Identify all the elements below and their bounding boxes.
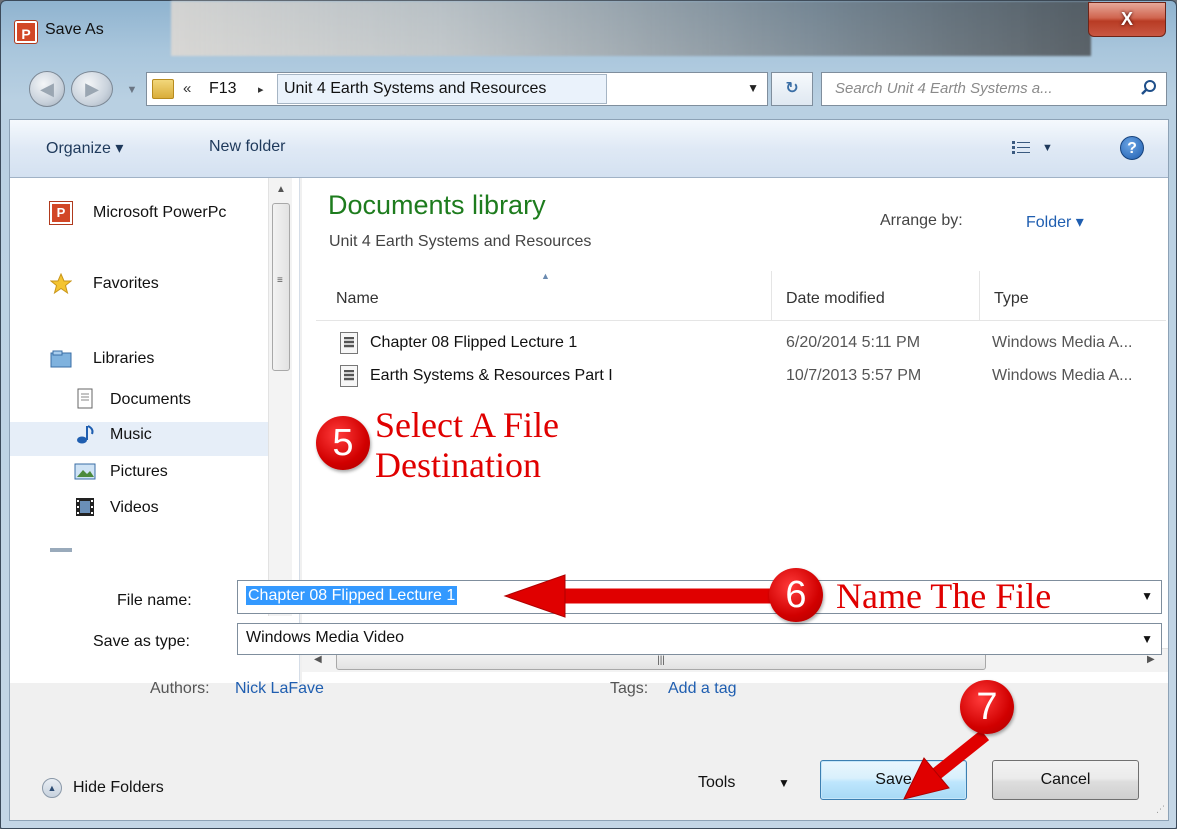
- tools-dropdown-icon[interactable]: ▼: [778, 776, 790, 790]
- refresh-button[interactable]: ↻: [771, 72, 813, 106]
- back-button[interactable]: ◀: [29, 71, 65, 107]
- column-name[interactable]: Name: [336, 290, 379, 308]
- file-date: 10/7/2013 5:57 PM: [786, 367, 922, 384]
- hide-folders-icon[interactable]: ▲: [42, 778, 62, 798]
- column-headers: ▲ Name Date modified Type: [316, 271, 1166, 321]
- recent-pages-dropdown[interactable]: ▼: [125, 81, 139, 99]
- close-button[interactable]: X: [1088, 2, 1166, 37]
- grip-icon: |||: [657, 655, 665, 666]
- step-5-badge: 5: [316, 416, 370, 470]
- file-name-label: File name:: [117, 592, 192, 609]
- save-button[interactable]: Save: [820, 760, 967, 800]
- breadcrumb-current[interactable]: Unit 4 Earth Systems and Resources: [277, 74, 607, 104]
- search-icon[interactable]: [1140, 79, 1158, 97]
- hide-folders-button[interactable]: Hide Folders: [73, 779, 164, 797]
- cancel-button[interactable]: Cancel: [992, 760, 1139, 800]
- media-file-icon: [340, 332, 358, 354]
- help-icon[interactable]: ?: [1120, 136, 1144, 160]
- file-name: Chapter 08 Flipped Lecture 1: [370, 334, 578, 351]
- title-bar[interactable]: P Save As X: [1, 1, 1176, 59]
- library-subtitle: Unit 4 Earth Systems and Resources: [329, 233, 592, 250]
- address-dropdown-icon[interactable]: ▼: [747, 81, 759, 95]
- nav-scroll-thumb[interactable]: ≡: [272, 203, 290, 371]
- search-placeholder: Search Unit 4 Earth Systems a...: [835, 80, 1053, 97]
- authors-label: Authors:: [150, 680, 210, 697]
- add-tag-link[interactable]: Add a tag: [668, 680, 737, 698]
- nav-item-label: Favorites: [93, 275, 159, 292]
- save-type-value: Windows Media Video: [246, 629, 405, 646]
- column-type[interactable]: Type: [994, 290, 1029, 308]
- views-dropdown-icon[interactable]: ▼: [1042, 142, 1053, 154]
- file-type: Windows Media A...: [992, 367, 1133, 384]
- new-folder-button[interactable]: New folder: [209, 138, 285, 156]
- file-date: 6/20/2014 5:11 PM: [786, 334, 921, 351]
- music-icon: [77, 425, 94, 444]
- tags-label: Tags:: [610, 680, 649, 697]
- scroll-right-icon[interactable]: ▶: [1147, 654, 1155, 665]
- nav-item-label: Microsoft PowerPc: [93, 204, 227, 221]
- breadcrumb-unit4: Unit 4 Earth Systems and Resources: [284, 80, 547, 97]
- sort-ascending-icon: ▲: [541, 271, 550, 281]
- library-title: Documents library: [328, 190, 546, 220]
- file-name-value: Chapter 08 Flipped Lecture 1: [246, 586, 458, 605]
- nav-item-partial: [50, 548, 72, 552]
- save-type-select[interactable]: Windows Media Video ▼: [237, 623, 1162, 655]
- column-divider[interactable]: [979, 271, 980, 321]
- organize-button[interactable]: Organize ▾: [46, 138, 123, 158]
- step-6-badge: 6: [769, 568, 823, 622]
- forward-arrow-icon: ▶: [85, 79, 99, 99]
- background-blur: [171, 1, 1091, 56]
- resize-grip-icon[interactable]: ⋰: [1156, 804, 1165, 815]
- file-name-dropdown-icon[interactable]: ▼: [1141, 589, 1153, 603]
- window-title: Save As: [45, 21, 104, 38]
- nav-item-label: Pictures: [110, 463, 168, 480]
- arrange-by-dropdown[interactable]: Folder ▾: [1026, 212, 1084, 232]
- command-bar: Organize ▾ New folder ▼ ?: [10, 120, 1168, 178]
- forward-button[interactable]: ▶: [71, 71, 113, 107]
- file-row[interactable]: Chapter 08 Flipped Lecture 1 6/20/2014 5…: [316, 327, 1166, 361]
- scroll-up-icon[interactable]: ▲: [276, 184, 286, 195]
- tools-button[interactable]: Tools: [698, 774, 735, 792]
- scroll-left-icon[interactable]: ◀: [314, 654, 322, 665]
- nav-item-label: Documents: [110, 391, 191, 408]
- file-row[interactable]: Earth Systems & Resources Part I 10/7/20…: [316, 360, 1166, 394]
- powerpoint-icon: P: [50, 202, 72, 224]
- grip-icon: ≡: [277, 275, 283, 286]
- nav-item-label: Music: [110, 426, 152, 443]
- star-icon: [50, 273, 72, 295]
- libraries-icon: [50, 350, 72, 368]
- authors-value[interactable]: Nick LaFave: [235, 680, 324, 698]
- refresh-icon: ↻: [785, 80, 799, 97]
- arrange-by-label: Arrange by:: [880, 212, 963, 229]
- back-arrow-icon: ◀: [40, 79, 54, 99]
- pictures-icon: [74, 463, 96, 480]
- save-type-label: Save as type:: [93, 633, 190, 650]
- powerpoint-icon: P: [15, 21, 37, 43]
- column-divider[interactable]: [771, 271, 772, 321]
- views-icon[interactable]: [1012, 140, 1030, 156]
- videos-icon: [76, 498, 94, 516]
- breadcrumb-overflow[interactable]: «: [183, 80, 191, 97]
- column-date[interactable]: Date modified: [786, 290, 885, 308]
- file-type: Windows Media A...: [992, 334, 1133, 351]
- step-5-text-line-1: Select A File: [375, 405, 559, 445]
- nav-item-label: Videos: [110, 499, 159, 516]
- media-file-icon: [340, 365, 358, 387]
- step-6-text: Name The File: [836, 576, 1052, 616]
- nav-vertical-scrollbar[interactable]: ▲ ≡ ▼: [268, 178, 292, 616]
- document-icon: [77, 388, 93, 409]
- file-name: Earth Systems & Resources Part I: [370, 367, 613, 384]
- nav-item-label: Libraries: [93, 350, 155, 367]
- step-5-text-line-2: Destination: [375, 445, 541, 485]
- address-bar[interactable]: « F13 ▸ Unit 4 Earth Systems and Resourc…: [146, 72, 768, 106]
- breadcrumb-separator[interactable]: ▸: [258, 83, 264, 96]
- step-7-badge: 7: [960, 680, 1014, 734]
- save-type-dropdown-icon[interactable]: ▼: [1141, 632, 1153, 646]
- search-field[interactable]: Search Unit 4 Earth Systems a...: [821, 72, 1167, 106]
- folder-icon: [152, 79, 174, 99]
- breadcrumb-f13[interactable]: F13: [209, 80, 237, 98]
